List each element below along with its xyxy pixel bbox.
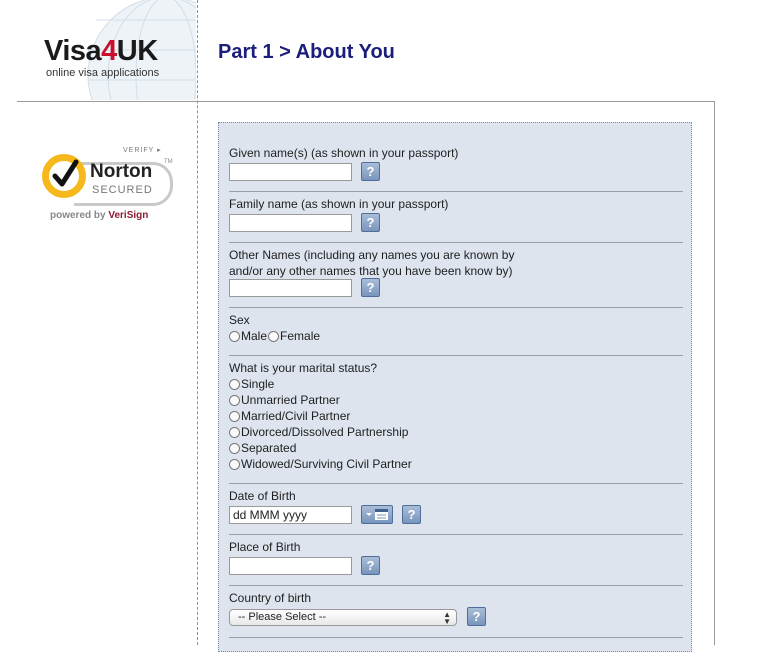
other-names-label-line1: Other Names (including any names you are… — [229, 248, 515, 262]
section-divider — [229, 483, 683, 484]
badge-name: Norton — [90, 161, 153, 182]
other-names-label-line2: and/or any other names that you have bee… — [229, 264, 513, 278]
radio-label: Unmarried Partner — [241, 393, 340, 407]
badge-powered-by: powered by VeriSign — [50, 210, 149, 221]
radio-label: Separated — [241, 441, 297, 455]
logo-wordmark: Visa4UK — [44, 35, 158, 67]
country-of-birth-label: Country of birth — [229, 591, 312, 605]
marital-option-married[interactable]: Married/Civil Partner — [229, 409, 350, 423]
family-name-input[interactable] — [229, 214, 352, 232]
help-icon[interactable]: ? — [361, 162, 380, 181]
marital-option-widowed[interactable]: Widowed/Surviving Civil Partner — [229, 457, 412, 471]
help-icon[interactable]: ? — [361, 556, 380, 575]
marital-option-divorced[interactable]: Divorced/Dissolved Partnership — [229, 425, 408, 439]
date-of-birth-label: Date of Birth — [229, 489, 296, 503]
sex-option-label: Female — [280, 329, 321, 343]
page-title: Part 1 > About You — [218, 41, 395, 63]
section-divider — [229, 637, 683, 638]
calendar-icon[interactable] — [361, 505, 393, 524]
section-divider — [229, 534, 683, 535]
family-name-label: Family name (as shown in your passport) — [229, 197, 449, 211]
logo-tagline: online visa applications — [46, 67, 160, 79]
radio-label: Divorced/Dissolved Partnership — [241, 425, 409, 439]
sex-option-label: Male — [241, 329, 268, 343]
place-of-birth-input[interactable] — [229, 557, 352, 575]
radio-button[interactable] — [229, 394, 240, 406]
date-of-birth-input[interactable] — [229, 506, 352, 524]
sex-male-radio[interactable] — [229, 330, 240, 342]
marital-option-single[interactable]: Single — [229, 377, 274, 391]
place-of-birth-label: Place of Birth — [229, 540, 301, 554]
checkmark-seal-icon — [42, 154, 86, 198]
country-of-birth-select[interactable]: -- Please Select -- ▲ ▼ — [229, 609, 457, 626]
sex-label: Sex — [229, 313, 250, 327]
header-divider — [17, 101, 715, 102]
other-names-input[interactable] — [229, 279, 352, 297]
content-border — [714, 101, 715, 645]
sex-options: Male Female — [229, 329, 320, 343]
radio-button[interactable] — [229, 442, 240, 454]
column-divider — [197, 0, 198, 645]
radio-button[interactable] — [229, 426, 240, 438]
help-icon[interactable]: ? — [361, 213, 380, 232]
help-icon[interactable]: ? — [402, 505, 421, 524]
radio-button[interactable] — [229, 458, 240, 470]
given-name-label: Given name(s) (as shown in your passport… — [229, 146, 459, 160]
radio-label: Married/Civil Partner — [241, 409, 351, 423]
section-divider — [229, 242, 683, 243]
badge-secured: SECURED — [92, 184, 153, 196]
radio-button[interactable] — [229, 410, 240, 422]
about-you-form: Given name(s) (as shown in your passport… — [218, 122, 692, 652]
norton-secured-badge[interactable]: VERIFY ▸ TM Norton SECURED powered by Ve… — [40, 146, 175, 226]
section-divider — [229, 191, 683, 192]
select-arrows-icon: ▲ ▼ — [443, 610, 451, 626]
section-divider — [229, 355, 683, 356]
given-name-input[interactable] — [229, 163, 352, 181]
section-divider — [229, 307, 683, 308]
radio-label: Widowed/Surviving Civil Partner — [241, 457, 412, 471]
marital-option-unmarried-partner[interactable]: Unmarried Partner — [229, 393, 340, 407]
marital-status-label: What is your marital status? — [229, 361, 378, 375]
select-value: -- Please Select -- — [238, 611, 327, 623]
help-icon[interactable]: ? — [467, 607, 486, 626]
sex-female-radio[interactable] — [268, 330, 280, 342]
help-icon[interactable]: ? — [361, 278, 380, 297]
site-logo[interactable]: Visa4UK online visa applications — [44, 36, 159, 79]
marital-option-separated[interactable]: Separated — [229, 441, 296, 455]
section-divider — [229, 585, 683, 586]
radio-label: Single — [241, 377, 275, 391]
badge-verify-label: VERIFY ▸ — [123, 147, 162, 154]
radio-button[interactable] — [229, 378, 240, 390]
badge-trademark: TM — [164, 159, 173, 165]
